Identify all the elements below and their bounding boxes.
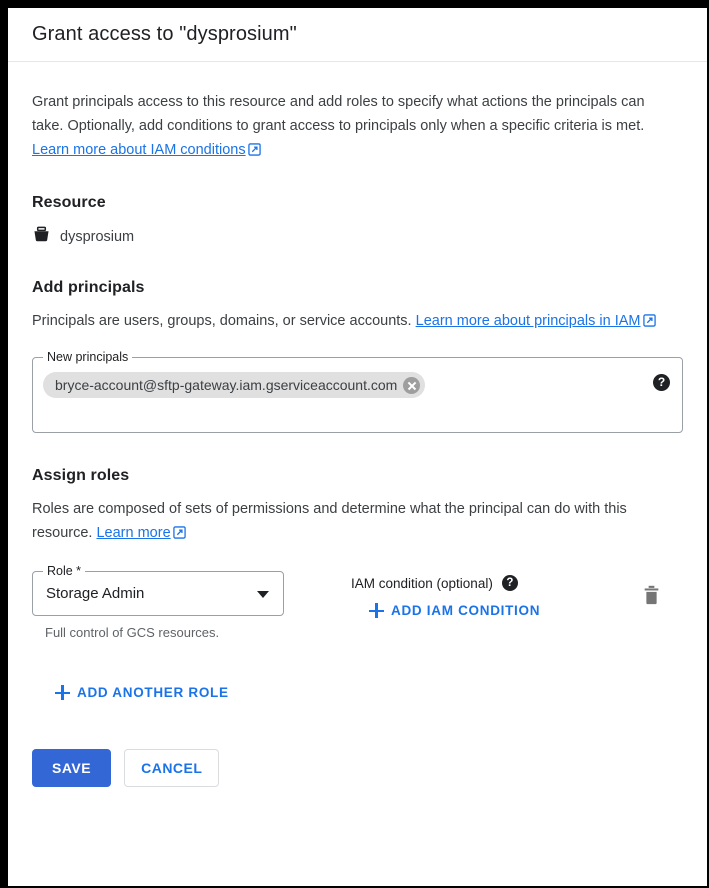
help-icon[interactable]: ? bbox=[501, 575, 518, 591]
add-principals-description: Principals are users, groups, domains, o… bbox=[32, 309, 668, 335]
dialog-body: Grant principals access to this resource… bbox=[8, 62, 707, 807]
plus-icon bbox=[55, 685, 70, 700]
assign-roles-heading: Assign roles bbox=[32, 467, 130, 484]
role-helper-text: Full control of GCS resources. bbox=[45, 625, 220, 640]
role-select-label: Role * bbox=[43, 564, 86, 578]
resource-name: dysprosium bbox=[60, 229, 135, 245]
add-another-role-button[interactable]: ADD ANOTHER ROLE bbox=[55, 685, 229, 700]
resource-row: dysprosium bbox=[32, 225, 683, 249]
chevron-down-icon[interactable] bbox=[257, 591, 269, 598]
help-icon[interactable]: ? bbox=[653, 374, 670, 391]
external-link-icon bbox=[247, 140, 261, 164]
external-link-icon bbox=[642, 311, 656, 335]
bucket-icon bbox=[32, 225, 51, 249]
role-column: Role * Storage Admin Full control of GCS… bbox=[32, 564, 284, 640]
new-principals-input[interactable]: New principals bryce-account@sftp-gatewa… bbox=[32, 350, 683, 433]
close-circle-icon[interactable] bbox=[403, 376, 421, 394]
add-iam-condition-label: ADD IAM CONDITION bbox=[391, 603, 541, 618]
new-principals-label: New principals bbox=[43, 350, 133, 364]
principal-chip[interactable]: bryce-account@sftp-gateway.iam.gservicea… bbox=[43, 372, 426, 398]
roles-learn-more-link[interactable]: Learn more bbox=[96, 525, 170, 541]
role-select-value: Storage Admin bbox=[46, 585, 145, 602]
cancel-button[interactable]: CANCEL bbox=[124, 749, 220, 787]
role-assignment-row: Role * Storage Admin Full control of GCS… bbox=[32, 564, 683, 640]
add-iam-condition-button[interactable]: ADD IAM CONDITION bbox=[369, 603, 540, 618]
resource-heading: Resource bbox=[32, 194, 106, 211]
plus-icon bbox=[369, 603, 384, 618]
dialog-description: Grant principals access to this resource… bbox=[32, 90, 668, 164]
iam-conditions-learn-more-link[interactable]: Learn more about IAM conditions bbox=[32, 142, 246, 158]
add-another-role-wrap: ADD ANOTHER ROLE bbox=[32, 685, 683, 705]
iam-condition-column: IAM condition (optional) ? ADD IAM CONDI… bbox=[351, 571, 540, 623]
role-select[interactable]: Role * Storage Admin bbox=[32, 564, 284, 616]
dialog-description-text: Grant principals access to this resource… bbox=[32, 94, 645, 134]
iam-condition-label: IAM condition (optional) bbox=[351, 575, 493, 591]
principal-chip-list: bryce-account@sftp-gateway.iam.gservicea… bbox=[43, 370, 426, 398]
add-another-role-label: ADD ANOTHER ROLE bbox=[77, 685, 229, 700]
principals-learn-more-link[interactable]: Learn more about principals in IAM bbox=[416, 313, 641, 329]
add-principals-heading: Add principals bbox=[32, 279, 145, 296]
delete-role-column bbox=[642, 571, 683, 611]
screenshot-frame: Grant access to "dysprosium" Grant princ… bbox=[0, 0, 709, 888]
page-title: Grant access to "dysprosium" bbox=[32, 23, 297, 45]
grant-access-dialog: Grant access to "dysprosium" Grant princ… bbox=[8, 8, 707, 886]
assign-roles-description: Roles are composed of sets of permission… bbox=[32, 497, 652, 547]
external-link-icon bbox=[172, 523, 186, 547]
add-principals-description-text: Principals are users, groups, domains, o… bbox=[32, 313, 416, 329]
add-iam-condition-wrap: ADD IAM CONDITION bbox=[351, 603, 540, 623]
iam-condition-label-row: IAM condition (optional) ? bbox=[351, 575, 540, 591]
trash-icon[interactable] bbox=[642, 585, 661, 610]
principal-chip-label: bryce-account@sftp-gateway.iam.gservicea… bbox=[55, 377, 398, 393]
save-button[interactable]: SAVE bbox=[32, 749, 112, 787]
dialog-footer: SAVE CANCEL bbox=[32, 749, 683, 807]
dialog-header: Grant access to "dysprosium" bbox=[8, 8, 707, 62]
